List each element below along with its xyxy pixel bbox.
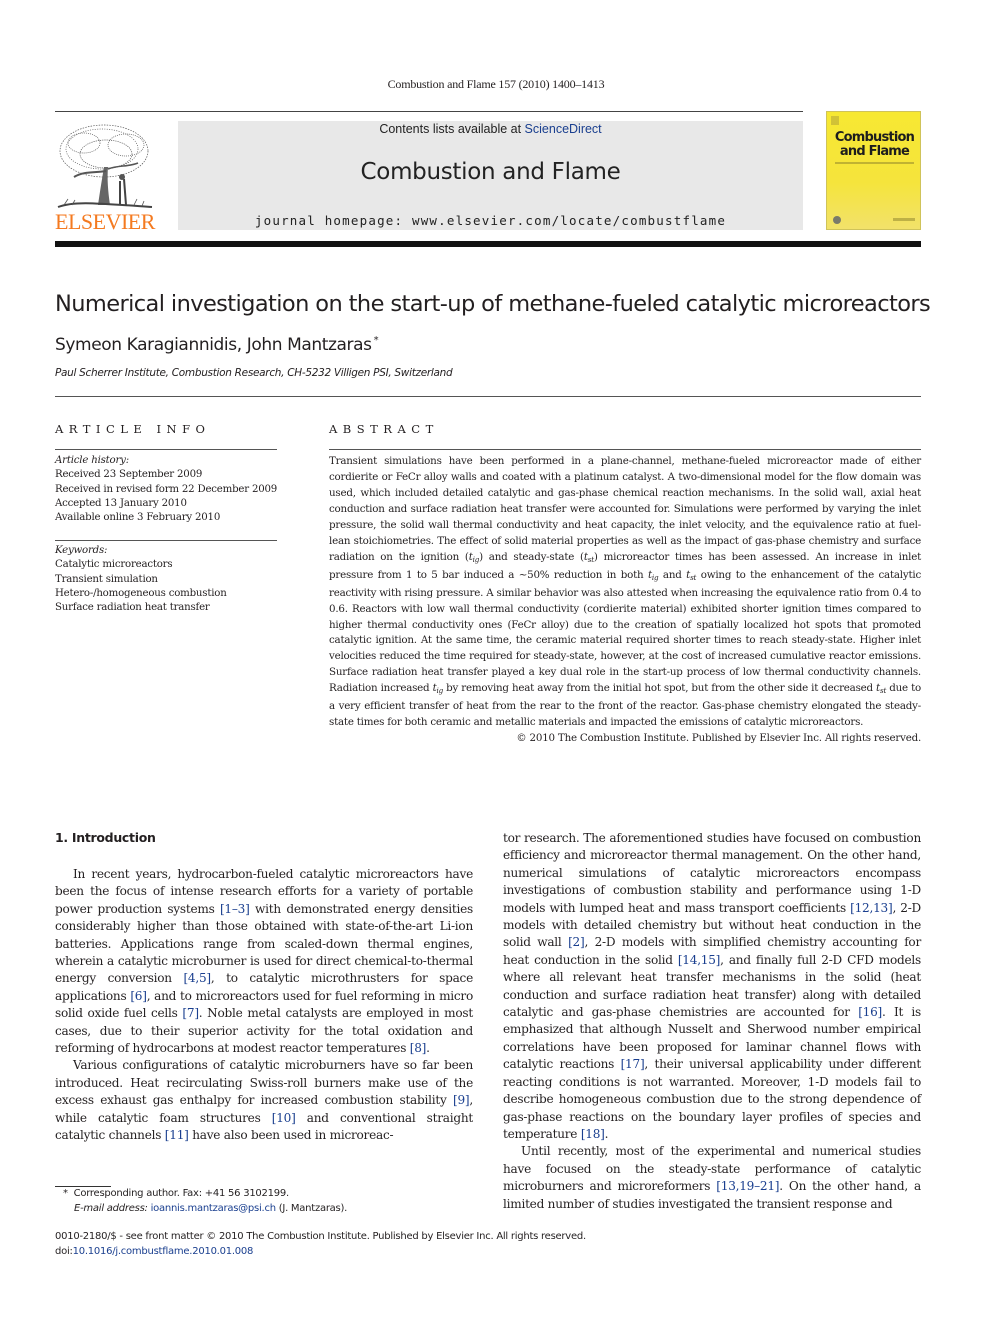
body-column-right: tor research. The aforementioned studies… (503, 830, 921, 1213)
front-matter-footer: 0010-2180/$ - see front matter © 2010 Th… (55, 1230, 586, 1259)
intro-paragraph-2-start: Various configurations of catalytic micr… (55, 1058, 473, 1143)
masthead-rule (55, 241, 921, 247)
cover-subtitle-line (835, 162, 914, 164)
keywords-label: Keywords: (55, 545, 108, 556)
running-head: Combustion and Flame 157 (2010) 1400–141… (387, 77, 605, 91)
email-link[interactable]: ioannis.mantzaras@psi.ch (151, 1203, 276, 1214)
cover-title-line2: and Flame (839, 144, 910, 159)
citation-link[interactable]: [4,5] (183, 971, 211, 985)
keyword-item: Transient simulation (55, 573, 158, 585)
keyword-item: Hetero-/homogeneous combustion (55, 587, 227, 599)
intro-paragraph-1: In recent years, hydrocarbon-fueled cata… (55, 867, 474, 1056)
corresponding-author-mark[interactable]: * (374, 335, 379, 346)
citation-link[interactable]: [7] (182, 1006, 199, 1020)
abstract-rule (329, 449, 921, 450)
citation-link[interactable]: [14,15] (678, 953, 721, 967)
doi-line: doi:10.1016/j.combustflame.2010.01.008 (55, 1245, 254, 1257)
section-rule (55, 396, 921, 397)
cover-publisher-mark (831, 116, 839, 125)
intro-paragraph-3: Until recently, most of the experimental… (503, 1144, 922, 1211)
abstract-body: Transient simulations have been performe… (329, 454, 921, 747)
keywords: Keywords: Catalytic microreactors Transi… (55, 544, 227, 615)
history-item: Received in revised form 22 December 200… (55, 483, 278, 495)
elsevier-logo[interactable]: ELSEVIER (54, 121, 156, 234)
journal-cover-thumbnail[interactable]: Combustion and Flame (826, 111, 921, 230)
journal-banner: Contents lists available at ScienceDirec… (178, 121, 803, 230)
citation-link[interactable]: [9] (453, 1093, 470, 1107)
citation-link[interactable]: [11] (165, 1128, 189, 1142)
authors: Symeon Karagiannidis, John Mantzaras (55, 335, 372, 355)
sciencedirect-link[interactable]: ScienceDirect (525, 122, 602, 136)
history-item: Accepted 13 January 2010 (55, 497, 187, 509)
elsevier-tree-icon (57, 124, 153, 208)
corresponding-author-note: * Corresponding author. Fax: +41 56 3102… (63, 1188, 289, 1199)
header-rule (55, 111, 803, 112)
author-list: Symeon Karagiannidis, John Mantzaras * (55, 335, 379, 355)
intro-paragraph-2-cont: tor research. The aforementioned studies… (503, 831, 922, 1141)
history-item: Available online 3 February 2010 (55, 512, 221, 524)
elsevier-wordmark: ELSEVIER (55, 209, 155, 234)
citation-link[interactable]: [10] (272, 1111, 296, 1125)
abstract-heading: ABSTRACT (329, 422, 439, 436)
article-info-rule (55, 449, 277, 450)
contents-line: Contents lists available at ScienceDirec… (178, 122, 803, 136)
article-history: Article history: Received 23 September 2… (55, 454, 277, 525)
contents-prefix: Contents lists available at (379, 122, 525, 136)
affiliation: Paul Scherrer Institute, Combustion Rese… (55, 367, 453, 379)
introduction-heading: 1. Introduction (55, 830, 156, 845)
email-note: E-mail address: ioannis.mantzaras@psi.ch… (74, 1202, 348, 1214)
doi-link[interactable]: 10.1016/j.combustflame.2010.01.008 (73, 1246, 254, 1257)
footnote: * Corresponding author. Fax: +41 56 3102… (63, 1187, 347, 1216)
citation-link[interactable]: [1–3] (220, 902, 250, 916)
citation-link[interactable]: [12,13] (850, 901, 893, 915)
citation-link[interactable]: [6] (130, 989, 147, 1003)
citation-link[interactable]: [16] (858, 1005, 882, 1019)
article-info-heading: ARTICLE INFO (55, 422, 211, 436)
issn-line: 0010-2180/$ - see front matter © 2010 Th… (55, 1231, 586, 1242)
citation-link[interactable]: [2] (568, 935, 585, 949)
cover-title: Combustion and Flame (827, 131, 922, 159)
citation-link[interactable]: [18] (581, 1127, 605, 1141)
cover-publisher-note (893, 218, 915, 221)
citation-link[interactable]: [8] (410, 1041, 427, 1055)
paper-title: Numerical investigation on the start-up … (55, 291, 931, 317)
history-item: Received 23 September 2009 (55, 469, 203, 481)
citation-link[interactable]: [17] (621, 1057, 645, 1071)
body-column-left: In recent years, hydrocarbon-fueled cata… (55, 866, 473, 1144)
cover-seal-icon (833, 216, 841, 224)
journal-homepage-link[interactable]: journal homepage: www.elsevier.com/locat… (178, 213, 803, 228)
abstract-text: Transient simulations have been performe… (329, 455, 922, 729)
keyword-item: Catalytic microreactors (55, 559, 173, 571)
history-label: Article history: (55, 455, 129, 466)
citation-link[interactable]: [13,19–21] (716, 1179, 779, 1193)
journal-title: Combustion and Flame (360, 159, 621, 185)
keywords-rule (55, 540, 277, 541)
cover-title-line1: Combustion (834, 130, 915, 145)
keyword-item: Surface radiation heat transfer (55, 602, 210, 614)
abstract-copyright: © 2010 The Combustion Institute. Publish… (516, 732, 921, 745)
